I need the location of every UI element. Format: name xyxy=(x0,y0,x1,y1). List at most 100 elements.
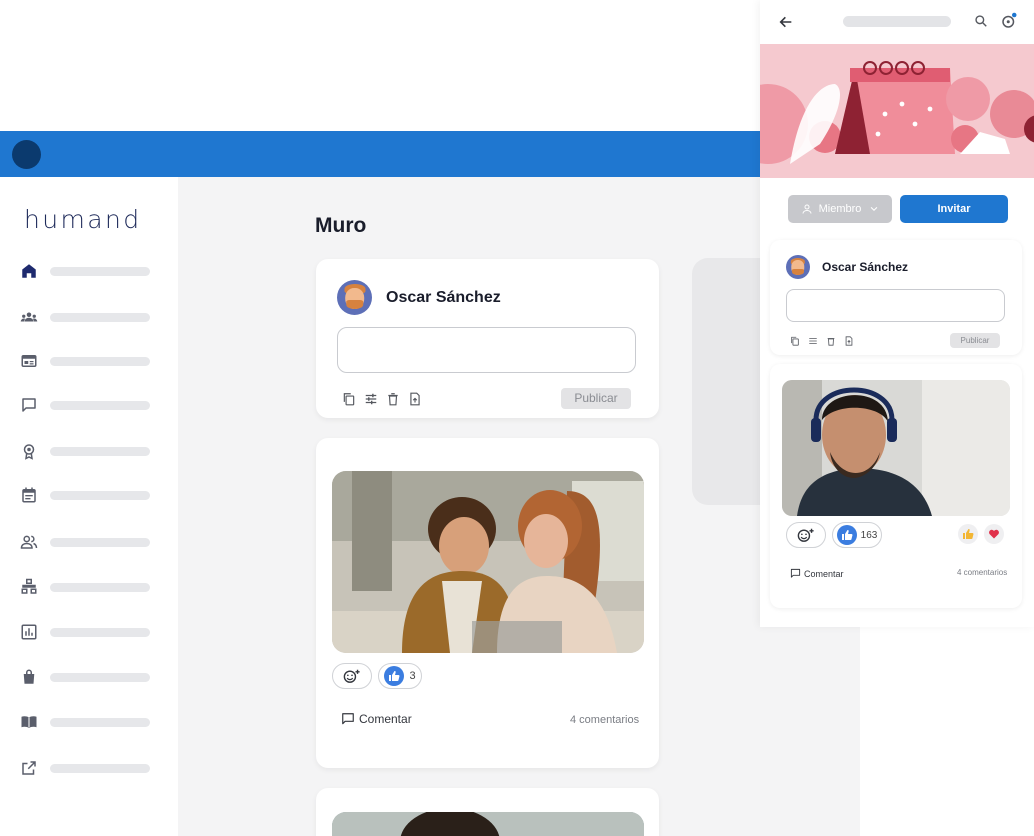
author-avatar[interactable] xyxy=(337,280,372,315)
sidebar-item-stats[interactable] xyxy=(20,621,160,643)
badge-icon xyxy=(23,444,35,460)
mobile-post-text-input[interactable] xyxy=(786,289,1005,322)
composer-toolbar xyxy=(342,392,430,406)
sidebar-item-library[interactable] xyxy=(20,711,160,733)
post-card-next xyxy=(316,788,659,836)
copy-icon[interactable] xyxy=(790,336,800,346)
sidebar-item-label-placeholder xyxy=(50,266,150,276)
sidebar-item-label-placeholder xyxy=(50,312,150,322)
composer-author: Oscar Sánchez xyxy=(337,280,501,315)
comment-icon xyxy=(342,713,354,725)
heart-reaction[interactable] xyxy=(984,524,1004,544)
author-avatar[interactable] xyxy=(786,255,810,279)
chat-icon xyxy=(22,398,36,412)
comment-label: Comentar xyxy=(804,568,844,579)
upload-file-icon[interactable] xyxy=(408,392,422,406)
people-icon xyxy=(20,535,38,549)
external-link-icon xyxy=(22,761,36,775)
mobile-group-panel: Miembro Invitar Oscar Sánchez Publicar 1… xyxy=(760,0,1034,627)
like-reaction-pill[interactable]: 163 xyxy=(832,522,882,548)
add-reaction-button[interactable] xyxy=(332,663,372,689)
sidebar-item-label-placeholder xyxy=(50,763,150,773)
publish-button[interactable]: Publicar xyxy=(950,333,1000,348)
mobile-header xyxy=(760,0,1034,44)
comment-count[interactable]: 4 comentarios xyxy=(570,714,639,726)
thumbs-up-emoji-reaction[interactable] xyxy=(958,524,978,544)
mobile-composer-card: Oscar Sánchez Publicar xyxy=(770,240,1022,355)
notification-settings-icon[interactable] xyxy=(1000,12,1018,30)
sidebar-item-label-placeholder xyxy=(50,582,150,592)
sidebar-item-badge[interactable] xyxy=(20,440,160,462)
like-count: 163 xyxy=(860,529,878,541)
upload-file-icon[interactable] xyxy=(844,336,854,346)
post-card: 3 Comentar 4 comentarios xyxy=(316,438,659,768)
home-icon xyxy=(22,264,36,278)
thumbs-up-icon xyxy=(384,666,405,686)
heart-icon xyxy=(989,529,999,539)
app-logo[interactable]: humand xyxy=(24,205,141,234)
group-banner xyxy=(760,44,1034,178)
mobile-post-image[interactable] xyxy=(782,380,1010,516)
sidebar-item-chat[interactable] xyxy=(20,394,160,416)
sidebar-item-news[interactable] xyxy=(20,350,160,372)
search-icon[interactable] xyxy=(974,14,988,28)
comment-button[interactable]: Comentar xyxy=(341,712,412,726)
news-icon xyxy=(21,355,37,367)
add-reaction-button[interactable] xyxy=(786,522,826,548)
tune-icon[interactable] xyxy=(808,336,818,346)
stats-icon xyxy=(21,624,37,640)
invite-button[interactable]: Invitar xyxy=(900,195,1008,223)
like-count: 3 xyxy=(409,670,416,682)
mobile-title-placeholder xyxy=(843,16,951,27)
mobile-composer-author: Oscar Sánchez xyxy=(786,255,908,279)
sidebar-item-calendar[interactable] xyxy=(20,484,160,506)
post-image[interactable] xyxy=(332,812,644,836)
app-screen: humand Muro Oscar Sánchez Publicar 3 Com… xyxy=(0,0,1034,836)
thumbs-up-emoji-icon xyxy=(963,529,974,539)
trash-icon[interactable] xyxy=(826,336,836,346)
mobile-post-card: 163 Comentar 4 comentarios xyxy=(770,364,1022,608)
member-dropdown-button[interactable]: Miembro xyxy=(788,195,892,223)
post-image[interactable] xyxy=(332,471,644,653)
add-emoji-icon xyxy=(797,528,814,542)
publish-button[interactable]: Publicar xyxy=(561,388,631,409)
sidebar-item-shop[interactable] xyxy=(20,666,160,688)
user-avatar[interactable] xyxy=(12,140,41,169)
comment-icon xyxy=(790,568,801,578)
sidebar-item-label-placeholder xyxy=(50,627,150,637)
sidebar-item-label-placeholder xyxy=(50,400,150,410)
sidebar-item-label-placeholder xyxy=(50,356,150,366)
page-title: Muro xyxy=(315,214,367,237)
mobile-composer-toolbar xyxy=(790,336,862,346)
sidebar-item-org-chart[interactable] xyxy=(20,576,160,598)
copy-icon[interactable] xyxy=(342,392,356,406)
sidebar-item-label-placeholder xyxy=(50,717,150,727)
calendar-icon xyxy=(22,487,36,503)
sidebar-item-label-placeholder xyxy=(50,446,150,456)
comment-count[interactable]: 4 comentarios xyxy=(957,568,1007,577)
like-reaction-pill[interactable]: 3 xyxy=(378,663,422,689)
person-icon xyxy=(802,204,812,214)
org-chart-icon xyxy=(21,578,37,594)
sidebar-item-label-placeholder xyxy=(50,490,150,500)
chevron-down-icon xyxy=(871,206,878,212)
author-name: Oscar Sánchez xyxy=(822,260,909,274)
bag-icon xyxy=(23,669,35,684)
sidebar-item-people[interactable] xyxy=(20,531,160,553)
back-arrow-icon[interactable] xyxy=(778,14,794,30)
book-icon xyxy=(21,716,37,728)
sidebar-item-groups[interactable] xyxy=(20,306,160,328)
sidebar-item-label-placeholder xyxy=(50,537,150,547)
author-name: Oscar Sánchez xyxy=(386,288,501,306)
thumbs-up-icon xyxy=(836,525,857,545)
groups-icon xyxy=(20,312,38,322)
trash-icon[interactable] xyxy=(386,392,400,406)
comment-label: Comentar xyxy=(359,712,412,726)
sidebar-item-external-link[interactable] xyxy=(20,757,160,779)
add-emoji-icon xyxy=(343,669,360,683)
post-composer-card: Oscar Sánchez Publicar xyxy=(316,259,659,418)
sidebar-item-home[interactable] xyxy=(20,260,160,282)
comment-button[interactable]: Comentar xyxy=(790,568,844,579)
post-text-input[interactable] xyxy=(337,327,636,373)
tune-icon[interactable] xyxy=(364,392,378,406)
